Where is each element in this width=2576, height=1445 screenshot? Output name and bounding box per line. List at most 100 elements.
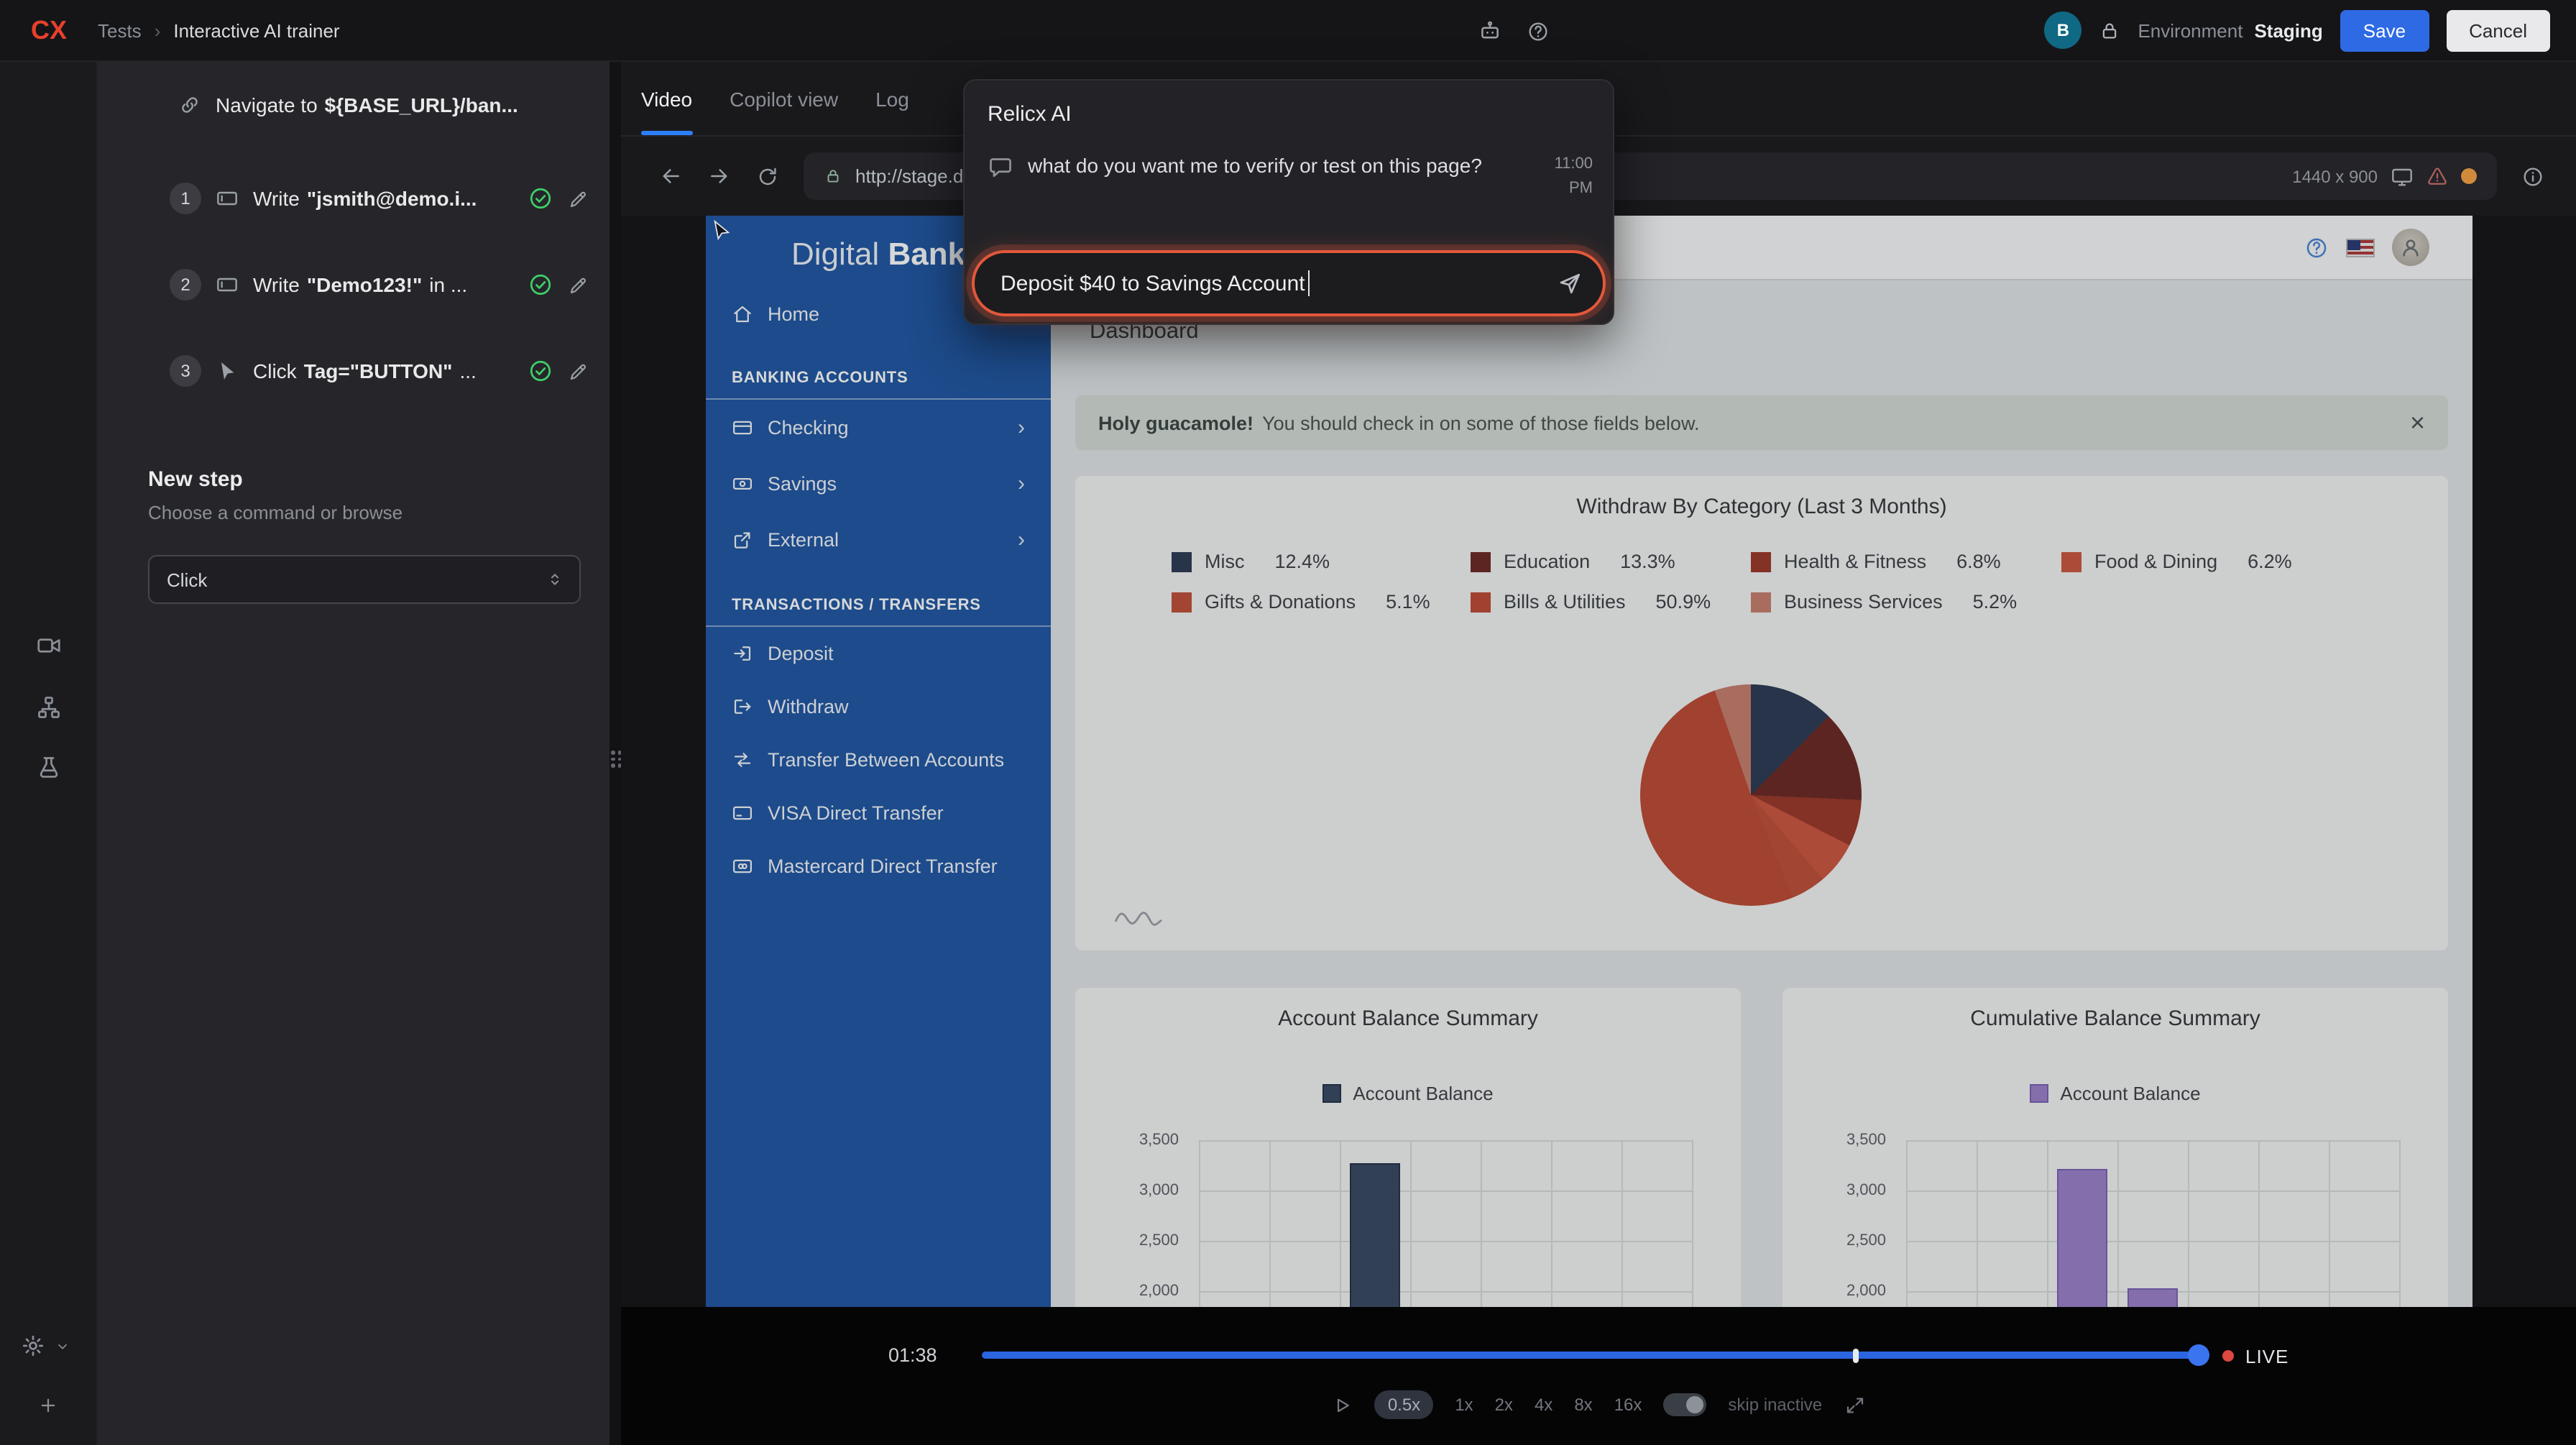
save-button[interactable]: Save (2340, 9, 2429, 51)
avatar[interactable]: B (2044, 12, 2082, 49)
nav-section-1: BANKING ACCOUNTS (706, 361, 1051, 400)
resolution-label: 1440 x 900 (2292, 166, 2378, 186)
cancel-button[interactable]: Cancel (2446, 9, 2550, 51)
alert-banner: Holy guacamole!You should check in on so… (1075, 395, 2448, 450)
pie-chart[interactable] (1640, 684, 1862, 906)
command-select[interactable]: Click (148, 555, 581, 604)
fullscreen-icon[interactable] (1844, 1394, 1865, 1416)
speed-8x[interactable]: 8x (1574, 1395, 1592, 1415)
flask-icon[interactable] (36, 755, 62, 781)
progress-marker (1853, 1348, 1859, 1362)
navigate-step-text: Navigate to${BASE_URL}/ban... (216, 93, 518, 116)
forward-button[interactable] (707, 164, 732, 188)
nav-item-withdraw[interactable]: Withdraw (706, 680, 1051, 733)
cx-logo[interactable]: CX (0, 15, 98, 45)
panel-resize-divider[interactable] (610, 62, 621, 1445)
legend-value: 50.9% (1656, 591, 1711, 613)
breadcrumb-tests[interactable]: Tests (98, 19, 142, 41)
chevron-down-icon[interactable] (55, 1339, 70, 1354)
environment-label: Environment (2138, 19, 2242, 41)
bank-help-icon[interactable] (2304, 235, 2329, 260)
prompt-input-value: Deposit $40 to Savings Account (1000, 271, 1305, 295)
y-axis: 3,5003,0002,5002,000 (1075, 1140, 1190, 1307)
back-button[interactable] (658, 164, 683, 188)
speed-2x[interactable]: 2x (1495, 1395, 1513, 1415)
edit-step-icon[interactable] (568, 274, 589, 295)
nav-item-label: Withdraw (768, 696, 849, 717)
step-row-1[interactable]: 1 Write"jsmith@demo.i... (98, 168, 610, 229)
new-step-section: New step Choose a command or browse Clic… (98, 427, 610, 604)
step-row-3[interactable]: 3 ClickTag="BUTTON"... (98, 341, 610, 401)
y-axis-label: 2,000 (1139, 1283, 1179, 1300)
relicx-prompt-input[interactable]: Deposit $40 to Savings Account (972, 250, 1606, 316)
add-icon[interactable] (37, 1395, 59, 1416)
navigate-step[interactable]: Navigate to${BASE_URL}/ban... (98, 79, 610, 131)
drag-grip[interactable] (611, 751, 621, 767)
nav-item-label: External (768, 529, 839, 551)
edit-step-icon[interactable] (568, 188, 589, 209)
legend-swatch (2061, 551, 2082, 572)
progress-handle[interactable] (2188, 1344, 2209, 1366)
speed-4x[interactable]: 4x (1535, 1395, 1552, 1415)
progress-bar[interactable] (982, 1352, 2209, 1359)
alert-close-icon[interactable]: × (2410, 410, 2425, 436)
y-axis-label: 3,500 (1846, 1132, 1886, 1149)
video-camera-icon[interactable] (36, 633, 62, 659)
legend-swatch (1471, 551, 1491, 572)
nav-item-label: Transfer Between Accounts (768, 749, 1004, 771)
nav-item-mastercard-direct-transfer[interactable]: Mastercard Direct Transfer (706, 840, 1051, 893)
speed-16x[interactable]: 16x (1614, 1395, 1642, 1415)
bank-user-avatar[interactable] (2392, 229, 2429, 266)
pie-legend-item[interactable]: Education13.3% (1471, 551, 1751, 572)
bank-nav: HomeBANKING ACCOUNTSChecking›Savings›Ext… (706, 288, 1051, 893)
legend-value: 6.8% (1956, 551, 2001, 572)
monitor-icon[interactable] (2391, 165, 2414, 188)
nav-item-visa-direct-transfer[interactable]: VISA Direct Transfer (706, 786, 1051, 840)
gear-icon[interactable] (20, 1333, 46, 1359)
robot-icon[interactable] (1478, 19, 1502, 43)
bar-legend[interactable]: Account Balance (1075, 1083, 1741, 1104)
us-flag-icon[interactable] (2346, 238, 2375, 257)
legend-label: Bills & Utilities (1504, 591, 1626, 613)
warning-icon[interactable] (2426, 165, 2448, 187)
playback-bar: 01:38 LIVE 0.5x1x2x4x8x16x skip inactive (621, 1307, 2576, 1445)
flow-icon[interactable] (36, 694, 62, 720)
breadcrumb: Tests › Interactive AI trainer (98, 19, 340, 41)
chat-icon (988, 154, 1013, 180)
refresh-button[interactable] (756, 165, 779, 188)
info-icon[interactable] (2521, 165, 2544, 188)
pie-legend-item[interactable]: Food & Dining6.2% (2061, 551, 2292, 572)
breadcrumb-separator: › (155, 19, 161, 41)
nav-item-checking[interactable]: Checking› (706, 400, 1051, 456)
bar-legend[interactable]: Account Balance (1782, 1083, 2448, 1104)
nav-item-external[interactable]: External› (706, 512, 1051, 568)
card-icon (732, 417, 753, 439)
help-icon[interactable] (1527, 19, 1550, 42)
tab-log[interactable]: Log (875, 62, 909, 135)
nav-item-deposit[interactable]: Deposit (706, 627, 1051, 680)
step-row-2[interactable]: 2 Write"Demo123!"in ... (98, 254, 610, 315)
speed-0.5x[interactable]: 0.5x (1375, 1390, 1433, 1419)
y-axis-label: 3,500 (1139, 1132, 1179, 1149)
nav-item-transfer-between-accounts[interactable]: Transfer Between Accounts (706, 733, 1051, 786)
bar-chart-title: Cumulative Balance Summary (1782, 988, 2448, 1031)
edit-step-icon[interactable] (568, 360, 589, 382)
legend-label: Education (1504, 551, 1590, 572)
pie-legend-item[interactable]: Health & Fitness6.8% (1751, 551, 2061, 572)
speed-1x[interactable]: 1x (1455, 1395, 1473, 1415)
legend-swatch (1322, 1084, 1341, 1103)
deposit-icon (732, 643, 753, 664)
tab-copilot-view[interactable]: Copilot view (730, 62, 838, 135)
send-icon[interactable] (1557, 270, 1583, 296)
pie-legend-item[interactable]: Bills & Utilities 50.9% (1471, 591, 1751, 613)
nav-item-savings[interactable]: Savings› (706, 456, 1051, 512)
play-button[interactable] (1332, 1394, 1353, 1416)
skip-inactive-toggle[interactable] (1663, 1393, 1706, 1416)
legend-value: 6.2% (2248, 551, 2292, 572)
pie-legend-item[interactable]: Gifts & Donations5.1% (1172, 591, 1471, 613)
pie-legend-item[interactable]: Business Services5.2% (1751, 591, 2061, 613)
tab-video[interactable]: Video (641, 62, 692, 135)
pie-legend-item[interactable]: Misc12.4% (1172, 551, 1471, 572)
environment-value[interactable]: Staging (2254, 19, 2322, 41)
legend-swatch (2030, 1084, 2048, 1103)
